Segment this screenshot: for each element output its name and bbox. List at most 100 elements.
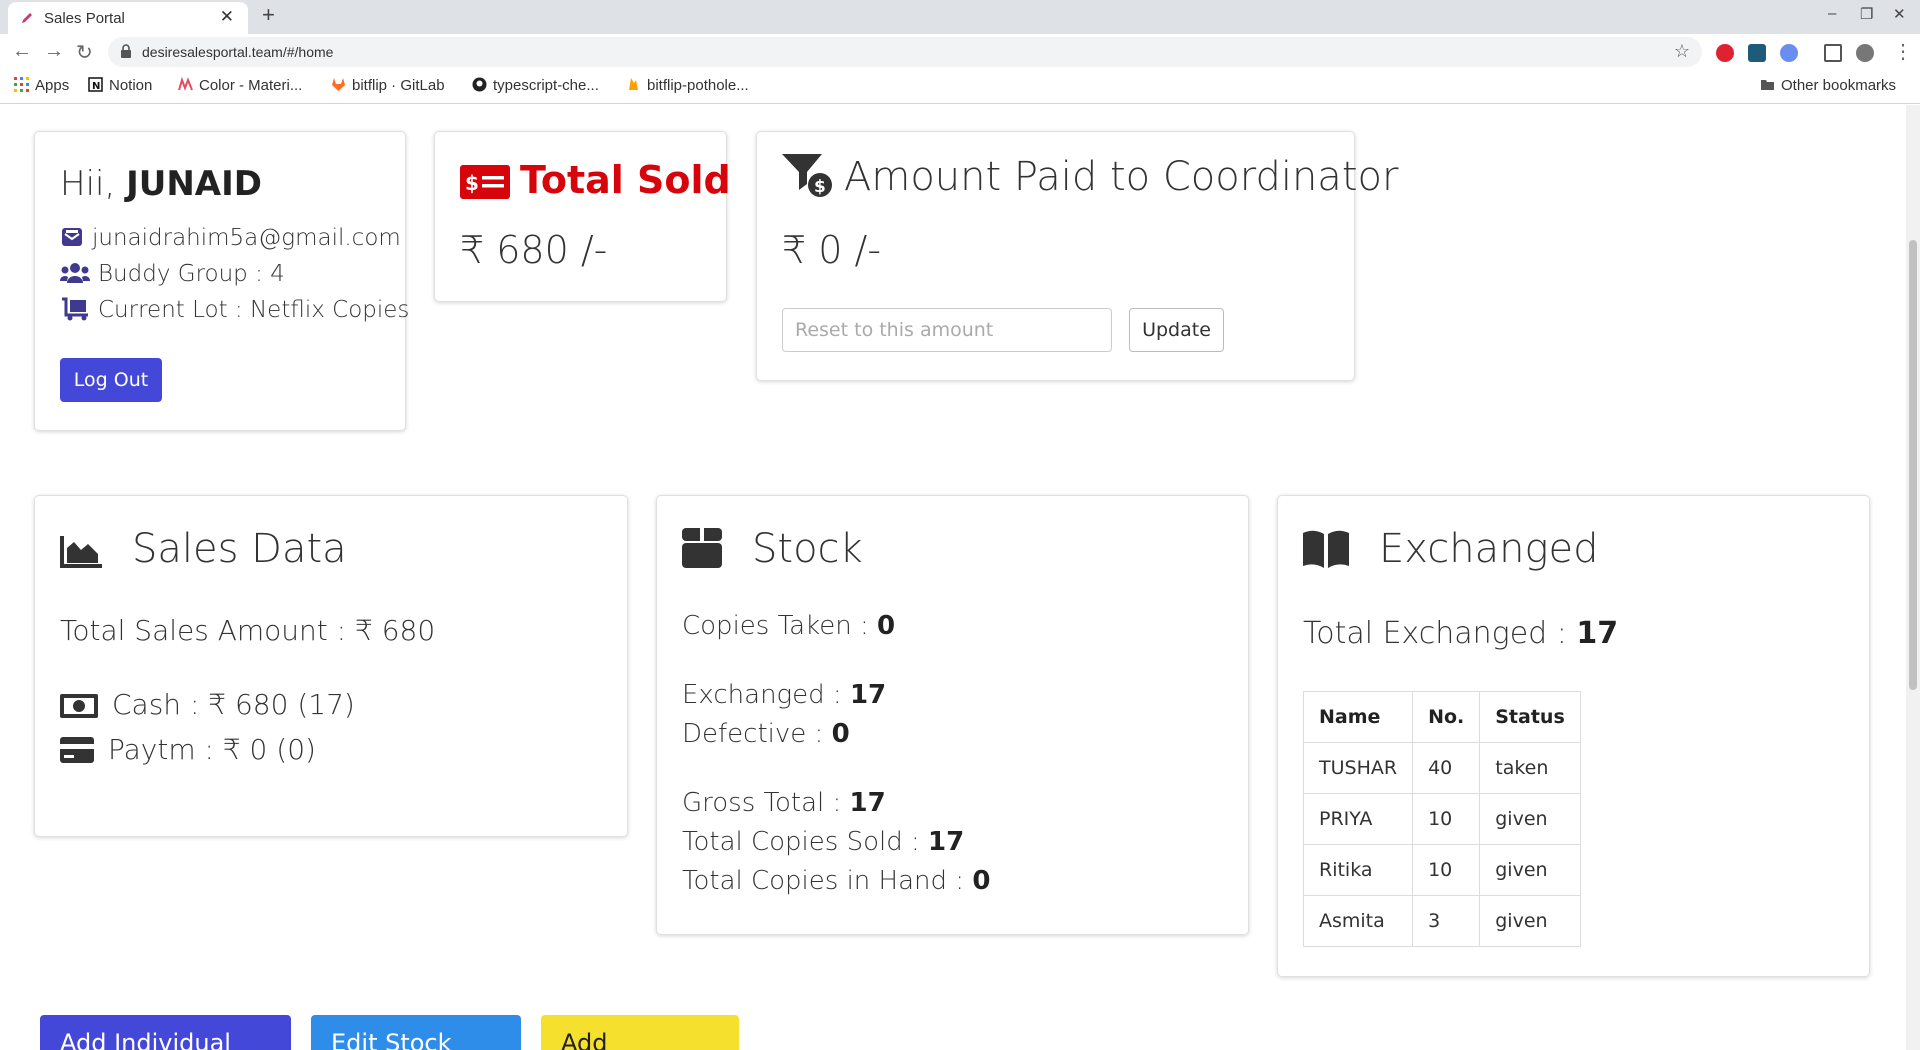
bookmark-apps[interactable]: Apps (14, 77, 69, 94)
add-exchange-button[interactable]: Add Exchange (541, 1015, 739, 1050)
material-color-icon (178, 77, 193, 91)
stock-row-label: Defective : (682, 719, 832, 749)
stock-row: Exchanged : 17 (682, 680, 886, 710)
total-sold-amount: ₹ 680 /- (460, 228, 608, 272)
exchange-count: 3 (1412, 895, 1481, 947)
gitlab-icon (332, 78, 345, 91)
funnel-dollar-icon: $ (782, 154, 832, 197)
bookmark-label: Notion (109, 77, 153, 94)
paytm-text: Paytm : ₹ 0 (0) (108, 733, 316, 766)
firebase-icon (629, 78, 638, 90)
table-row: Ritika 10 given (1302, 844, 1581, 896)
folder-icon (1761, 80, 1774, 90)
add-individual-sale-button[interactable]: Add Individual Sale (40, 1015, 291, 1050)
stock-row-label: Total Copies in Hand : (682, 866, 973, 896)
credit-card-icon (60, 737, 94, 763)
tab-close-icon[interactable]: ✕ (220, 7, 234, 27)
profile-avatar[interactable] (1856, 44, 1874, 62)
bookmark-material-color[interactable]: Color - Materi... (178, 77, 302, 94)
exchange-name: TUSHAR (1302, 742, 1414, 794)
greeting-prefix: Hii, (60, 164, 127, 204)
reload-icon[interactable]: ↻ (76, 40, 93, 65)
area-chart-icon (60, 536, 102, 568)
column-header: Status (1479, 691, 1581, 743)
page-content: Hii, JUNAID junaidrahim5a@gmail.com Budd… (0, 105, 1906, 1050)
extension-badge-icon[interactable] (1780, 44, 1798, 62)
stock-row: Defective : 0 (682, 719, 850, 749)
current-lot-text: Current Lot : Netflix Copies (98, 297, 410, 323)
exchange-count: 10 (1412, 844, 1481, 896)
email-line: junaidrahim5a@gmail.com (60, 225, 401, 251)
page-scrollbar[interactable] (1906, 105, 1920, 1050)
total-exchanged-label: Total Exchanged : (1303, 616, 1577, 651)
coordinator-title: Amount Paid to Coordinator (844, 154, 1399, 200)
stock-row: Copies Taken : 0 (682, 611, 895, 641)
svg-text:$: $ (814, 177, 826, 197)
stock-row-value: 0 (877, 611, 896, 641)
cash-text: Cash : ₹ 680 (17) (112, 688, 355, 721)
stock-row-value: 17 (849, 680, 887, 710)
bookmark-label: bitflip-pothole... (647, 77, 749, 94)
users-icon (60, 263, 90, 283)
bookmark-gitlab[interactable]: bitflip · GitLab (331, 77, 445, 94)
svg-text:N: N (92, 81, 100, 92)
stock-row-label: Exchanged : (682, 680, 850, 710)
bookmark-star-icon[interactable]: ☆ (1674, 41, 1690, 62)
reset-amount-input[interactable] (782, 308, 1112, 352)
exchange-status: given (1479, 793, 1581, 845)
bookmark-notion[interactable]: N Notion (88, 77, 152, 94)
bookmark-label: bitflip · GitLab (352, 77, 445, 94)
bookmark-label: Color - Materi... (199, 77, 303, 94)
close-window-button[interactable]: ✕ (1893, 5, 1906, 23)
browser-menu-icon[interactable]: ⋮ (1893, 39, 1913, 64)
exchanged-heading: Exchanged (1303, 526, 1598, 572)
tab-sales-portal[interactable]: Sales Portal ✕ (8, 2, 248, 34)
greeting-heading: Hii, JUNAID (60, 164, 262, 204)
total-exchanged-line: Total Exchanged : 17 (1303, 616, 1618, 651)
react-devtools-icon[interactable] (1748, 44, 1766, 62)
stock-title: Stock (752, 526, 863, 572)
table-header-row: Name No. Status (1302, 691, 1581, 743)
money-check-icon: $ (460, 165, 510, 199)
column-header: No. (1412, 691, 1481, 743)
address-bar[interactable]: desiresalesportal.team/#/home ☆ (108, 37, 1702, 67)
browser-chrome: Sales Portal ✕ + – ❐ ✕ ← → ↻ desiresales… (0, 0, 1920, 104)
greeting-card: Hii, JUNAID junaidrahim5a@gmail.com Budd… (34, 131, 409, 431)
minimize-button[interactable]: – (1828, 5, 1836, 22)
exchange-table: Name No. Status TUSHAR 40 taken PRIYA 10… (1302, 691, 1581, 947)
total-sold-title: Total Sold (520, 158, 731, 202)
stock-row-label: Copies Taken : (682, 611, 877, 641)
new-tab-button[interactable]: + (262, 2, 275, 28)
sales-data-title: Sales Data (132, 526, 347, 572)
bookmark-bitflip-pothole[interactable]: bitflip-pothole... (626, 77, 749, 94)
edit-stock-data-button[interactable]: Edit Stock Data (311, 1015, 521, 1050)
exchange-name: Asmita (1302, 895, 1414, 947)
back-arrow-icon[interactable]: ← (12, 40, 32, 63)
other-bookmarks-label: Other bookmarks (1781, 77, 1897, 94)
coordinator-amount: ₹ 0 /- (782, 228, 882, 272)
opera-extension-icon[interactable] (1716, 44, 1734, 62)
sales-data-heading: Sales Data (60, 526, 347, 572)
stock-row-label: Gross Total : (682, 788, 850, 818)
current-lot-line: Current Lot : Netflix Copies (60, 297, 409, 323)
svg-text:$: $ (465, 171, 479, 195)
scrollbar-thumb[interactable] (1909, 240, 1917, 690)
stock-card: Stock Copies Taken : 0 Exchanged : 17 De… (656, 495, 1249, 935)
stock-row-value: 0 (831, 719, 850, 749)
forward-arrow-icon[interactable]: → (44, 40, 64, 63)
logout-button[interactable]: Log Out (60, 358, 162, 402)
box-icon (682, 528, 722, 568)
column-header: Name (1302, 691, 1414, 743)
bookmark-typescript[interactable]: typescript-che... (472, 77, 599, 94)
restore-button[interactable]: ❐ (1860, 5, 1873, 23)
exchange-name: Ritika (1302, 844, 1414, 896)
other-bookmarks[interactable]: Other bookmarks (1760, 77, 1896, 94)
reading-list-icon[interactable] (1824, 44, 1842, 62)
buddy-group-line: Buddy Group : 4 (60, 261, 285, 287)
cash-line: Cash : ₹ 680 (17) (60, 688, 355, 721)
update-button[interactable]: Update (1129, 308, 1224, 352)
stock-row: Total Copies in Hand : 0 (682, 866, 990, 896)
exchange-count: 40 (1412, 742, 1481, 794)
stock-heading: Stock (682, 526, 863, 572)
exchanged-card: Exchanged Total Exchanged : 17 Name No. … (1277, 495, 1870, 977)
